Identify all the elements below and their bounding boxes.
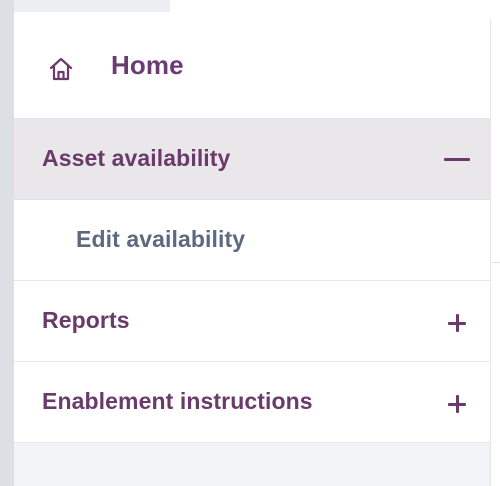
- top-tab-edge: [0, 0, 170, 12]
- nav-item-home[interactable]: Home: [14, 18, 490, 119]
- nav-footer-area: [14, 444, 490, 486]
- content-pane-edge: [490, 18, 500, 486]
- top-strip: [0, 0, 500, 18]
- nav-subitem-edit-availability-label: Edit availability: [76, 226, 246, 252]
- nav-item-enablement-instructions[interactable]: Enablement instructions: [14, 362, 490, 443]
- nav-item-asset-availability-label: Asset availability: [42, 145, 231, 171]
- left-rail: [0, 0, 14, 486]
- nav-item-home-label: Home: [111, 50, 184, 80]
- side-navigation: Home Asset availability Edit availabilit…: [14, 18, 490, 443]
- minus-icon[interactable]: [444, 158, 470, 161]
- nav-item-reports-label: Reports: [42, 307, 130, 333]
- plus-icon[interactable]: [448, 395, 466, 413]
- plus-icon[interactable]: [448, 314, 466, 332]
- home-icon: [49, 57, 73, 81]
- nav-item-reports[interactable]: Reports: [14, 281, 490, 362]
- content-divider: [491, 262, 500, 263]
- nav-subitem-edit-availability[interactable]: Edit availability: [14, 200, 490, 281]
- nav-item-asset-availability[interactable]: Asset availability: [14, 119, 490, 200]
- nav-item-enablement-instructions-label: Enablement instructions: [42, 388, 313, 414]
